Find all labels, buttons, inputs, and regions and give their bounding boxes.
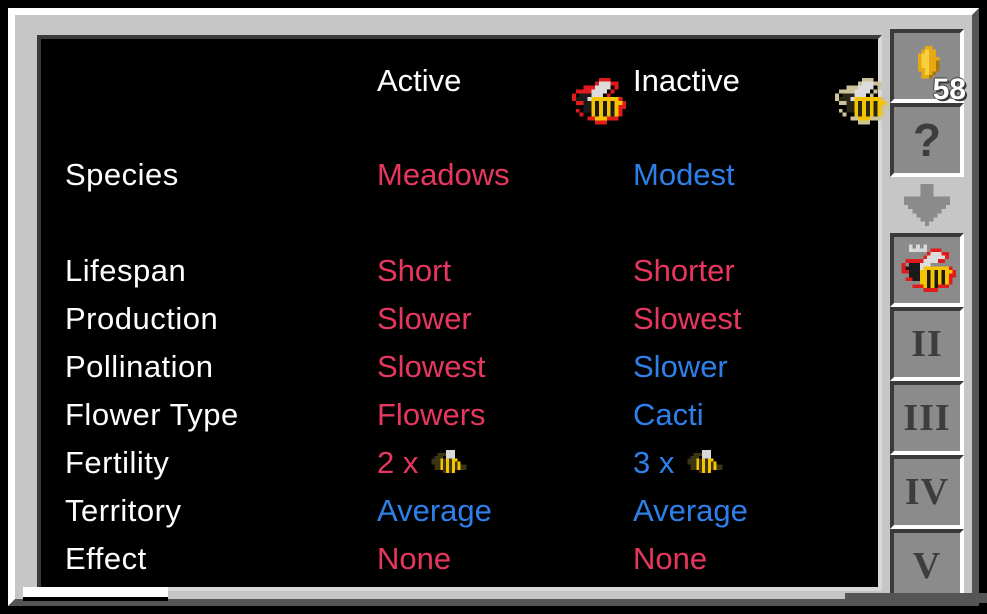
bee-icon-pale <box>831 77 893 129</box>
analysis-display-panel: Active Inactive Species Meadows Modest L… <box>37 35 890 591</box>
fertility-active-value: 2 x <box>377 445 419 480</box>
window-bottom-shadow <box>845 593 987 603</box>
beealyzer-window: Active Inactive Species Meadows Modest L… <box>0 0 987 614</box>
table-row: Flower Type Flowers Cacti <box>41 391 878 439</box>
row-active-fertility: 2 x <box>377 446 627 480</box>
roman-numeral-v-icon: V <box>912 545 942 587</box>
row-inactive-territory: Average <box>633 493 748 528</box>
sidebar-item-tab-two[interactable]: II <box>890 307 964 381</box>
row-inactive-fertility: 3 x <box>633 446 883 480</box>
table-row: Effect None None <box>41 535 878 583</box>
row-inactive-effect: None <box>633 541 708 576</box>
row-label-territory: Territory <box>65 493 182 528</box>
row-label-fertility: Fertility <box>65 445 170 480</box>
larva-icon <box>428 450 470 476</box>
sidebar-item-tab-four[interactable]: IV <box>890 455 964 529</box>
row-label-species: Species <box>65 157 179 192</box>
row-label-effect: Effect <box>65 541 147 576</box>
question-mark-icon: ? <box>912 114 942 166</box>
row-active-species: Meadows <box>377 157 510 192</box>
roman-numeral-iv-icon: IV <box>904 471 950 513</box>
row-active-effect: None <box>377 541 452 576</box>
bee-icon-red <box>568 77 630 129</box>
arrow-down-icon <box>904 184 950 226</box>
sidebar: 58 ? II III IV V <box>890 29 972 603</box>
row-active-lifespan: Short <box>377 253 452 288</box>
row-inactive-flower-type: Cacti <box>633 397 704 432</box>
table-row: Pollination Slowest Slower <box>41 343 878 391</box>
row-inactive-production: Slowest <box>633 301 742 336</box>
table-row: Fertility 2 x 3 x <box>41 439 878 487</box>
row-active-production: Slower <box>377 301 472 336</box>
larva-icon <box>684 450 726 476</box>
table-row: Production Slower Slowest <box>41 295 878 343</box>
honey-count-badge: 58 <box>932 73 966 106</box>
queen-bee-icon <box>898 244 956 296</box>
row-label-lifespan: Lifespan <box>65 253 187 288</box>
row-inactive-pollination: Slower <box>633 349 728 384</box>
row-active-pollination: Slowest <box>377 349 486 384</box>
sidebar-item-transfer[interactable] <box>890 177 964 233</box>
row-label-pollination: Pollination <box>65 349 214 384</box>
sidebar-item-tab-five[interactable]: V <box>890 529 964 603</box>
table-row: Species Meadows Modest <box>41 151 878 199</box>
table-row: Lifespan Short Shorter <box>41 247 878 295</box>
table-header-row: Active Inactive <box>41 57 878 105</box>
sidebar-item-tab-queen[interactable] <box>890 233 964 307</box>
roman-numeral-ii-icon: II <box>911 323 943 365</box>
sidebar-item-tab-three[interactable]: III <box>890 381 964 455</box>
row-label-production: Production <box>65 301 219 336</box>
row-active-flower-type: Flowers <box>377 397 486 432</box>
row-label-flower-type: Flower Type <box>65 397 239 432</box>
gui-frame: Active Inactive Species Meadows Modest L… <box>8 8 987 606</box>
row-active-territory: Average <box>377 493 492 528</box>
window-bottom-tab-stub <box>23 587 168 601</box>
row-inactive-species: Modest <box>633 157 735 192</box>
fertility-inactive-value: 3 x <box>633 445 675 480</box>
row-inactive-lifespan: Shorter <box>633 253 735 288</box>
sidebar-item-help[interactable]: ? <box>890 103 964 177</box>
roman-numeral-iii-icon: III <box>903 397 951 439</box>
table-row: Territory Average Average <box>41 487 878 535</box>
sidebar-item-honey-slot[interactable]: 58 <box>890 29 966 106</box>
